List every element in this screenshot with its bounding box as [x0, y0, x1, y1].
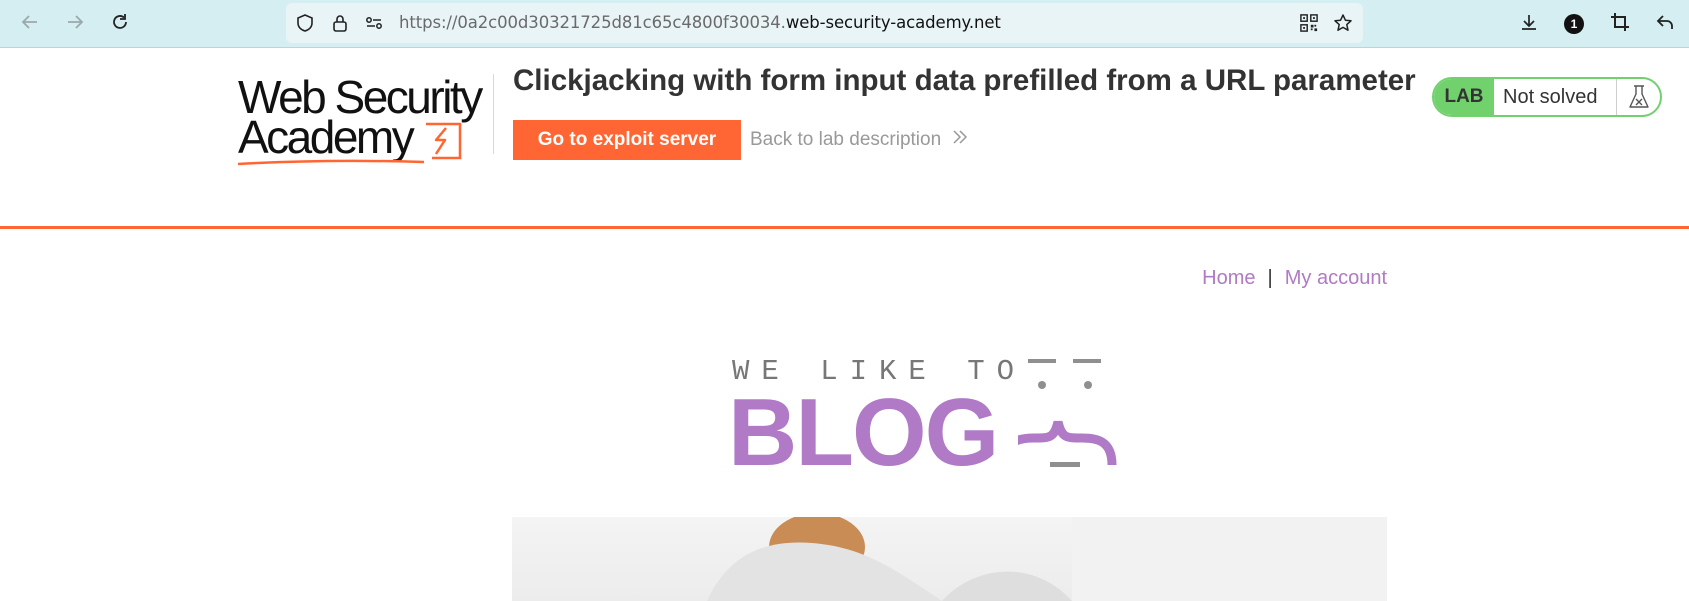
lab-tag: LAB	[1434, 79, 1494, 115]
address-bar[interactable]: https://0a2c00d30321725d81c65c4800f30034…	[286, 3, 1363, 43]
blog-banner: WE LIKE TO BLOG	[728, 350, 1168, 486]
undo-icon	[1655, 12, 1675, 37]
home-link[interactable]: Home	[1202, 267, 1255, 290]
back-button[interactable]	[14, 8, 46, 40]
download-icon	[1519, 12, 1539, 37]
go-to-exploit-server-button[interactable]: Go to exploit server	[513, 120, 741, 160]
shield-icon[interactable]	[295, 13, 315, 33]
arrow-right-icon	[65, 12, 85, 37]
reload-button[interactable]	[104, 8, 136, 40]
crop-button[interactable]	[1604, 8, 1636, 40]
hero-photo	[707, 517, 1387, 601]
logo-line2: Academy	[238, 111, 415, 163]
url-prefix: https://0a2c00d30321725d81c65c4800f30034…	[399, 13, 786, 32]
nav-separator: |	[1267, 267, 1273, 289]
notification-badge: 1	[1564, 14, 1584, 34]
notifications-button[interactable]: 1	[1558, 8, 1590, 40]
logo-underline	[238, 159, 425, 166]
smiley-face-icon	[1018, 359, 1117, 467]
permissions-icon[interactable]	[364, 13, 384, 33]
back-to-lab-description-link[interactable]: Back to lab description	[750, 128, 969, 152]
qr-code-icon[interactable]	[1299, 13, 1319, 33]
my-account-link[interactable]: My account	[1285, 267, 1387, 290]
flask-icon	[1616, 79, 1660, 115]
double-chevron-right-icon	[951, 128, 969, 152]
browser-toolbar: https://0a2c00d30321725d81c65c4800f30034…	[0, 0, 1689, 48]
back-link-label: Back to lab description	[750, 129, 942, 150]
academy-logo[interactable]: Web Security Academy	[238, 74, 488, 167]
lab-status-widget: LAB Not solved	[1432, 77, 1662, 117]
lab-title: Clickjacking with form input data prefil…	[513, 64, 1416, 97]
blog-hero-image[interactable]	[512, 517, 1387, 601]
logo-lightning-icon	[422, 120, 464, 167]
lab-status-text: Not solved	[1503, 85, 1598, 108]
star-icon[interactable]	[1333, 13, 1353, 33]
crop-icon	[1610, 12, 1630, 37]
forward-button[interactable]	[59, 8, 91, 40]
academy-header: Web Security Academy Clickjacking with f…	[0, 48, 1689, 228]
top-nav: Home | My account	[1200, 267, 1387, 290]
downloads-button[interactable]	[1513, 8, 1545, 40]
header-divider	[493, 74, 494, 154]
url-domain: web-security-academy.net	[785, 13, 1001, 32]
reload-icon	[110, 12, 130, 37]
banner-blog-word: BLOG	[728, 379, 999, 486]
header-rule	[0, 226, 1689, 229]
undo-button[interactable]	[1649, 8, 1681, 40]
arrow-left-icon	[20, 12, 40, 37]
url-text[interactable]: https://0a2c00d30321725d81c65c4800f30034…	[399, 13, 1001, 33]
lock-icon[interactable]	[330, 13, 350, 33]
